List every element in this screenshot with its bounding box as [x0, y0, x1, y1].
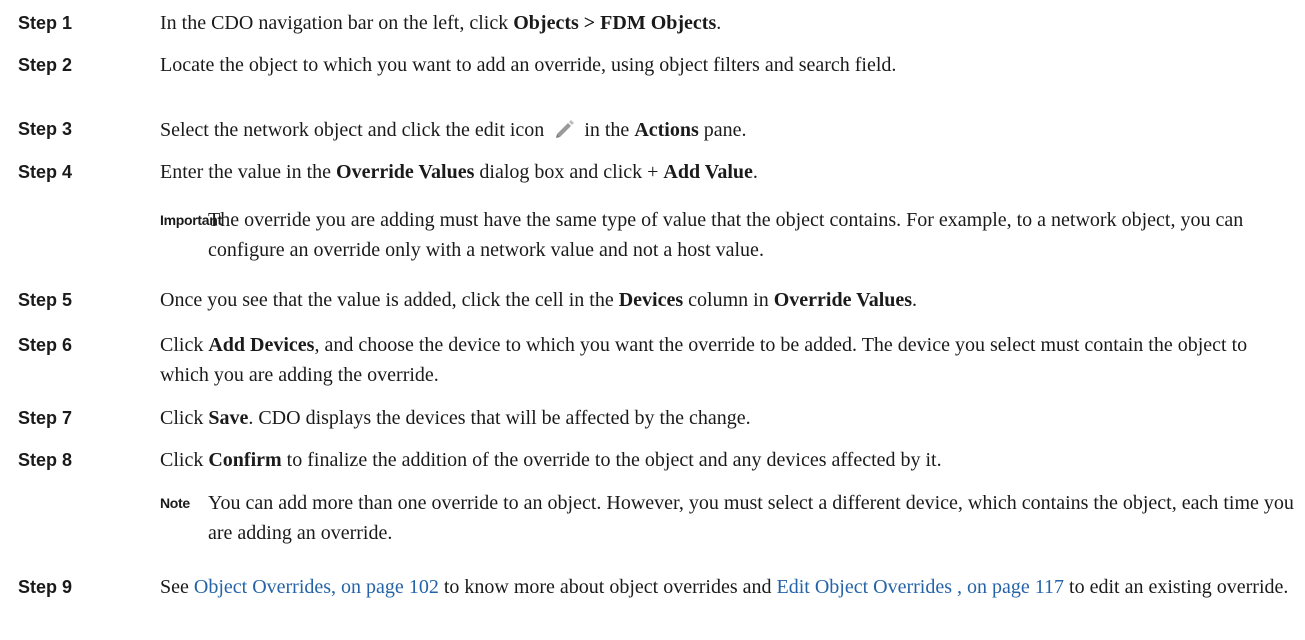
- ui-term: Objects > FDM Objects: [513, 12, 717, 34]
- step-text-run: Click: [160, 334, 209, 356]
- step-text: In the CDO navigation bar on the left, c…: [160, 8, 1297, 38]
- step-text-run: In the CDO navigation bar on the left, c…: [160, 12, 514, 34]
- step-label: Step 8: [18, 450, 73, 470]
- step-text: Locate the object to which you want to a…: [160, 50, 1297, 80]
- step-text-run: , and choose the device to which you wan…: [160, 334, 1248, 386]
- step-text-run: pane.: [698, 119, 747, 141]
- note-label: Note: [160, 495, 190, 511]
- step-text-run: Enter the value in the: [160, 161, 337, 183]
- ui-term: Add Value: [663, 161, 753, 183]
- step-text: Once you see that the value is added, cl…: [160, 285, 1297, 315]
- step-label: Step 3: [18, 119, 73, 139]
- step-text: Select the network object and click the …: [160, 114, 1297, 145]
- ui-term: Actions: [634, 119, 699, 141]
- cross-reference-link[interactable]: Object Overrides, on page 102: [194, 576, 439, 598]
- step-text-run: .: [716, 12, 722, 34]
- step-text-run: dialog box and click +: [474, 161, 664, 183]
- ui-term: Add Devices: [208, 334, 315, 356]
- step-label: Step 1: [18, 13, 73, 33]
- step-text: Click Add Devices, and choose the device…: [160, 330, 1297, 390]
- step-text-run: column in: [683, 289, 774, 311]
- ui-term: Confirm: [208, 449, 282, 471]
- step-text-run: Click: [160, 449, 209, 471]
- ui-term: Devices: [618, 289, 684, 311]
- step-text: Enter the value in the Override Values d…: [160, 157, 1297, 187]
- step-text-run: Select the network object and click the …: [160, 119, 545, 141]
- cross-reference-link[interactable]: Edit Object Overrides , on page 117: [777, 576, 1065, 598]
- step-text: Click Confirm to finalize the addition o…: [160, 445, 1297, 475]
- step-text-run: in the: [584, 119, 635, 141]
- pencil-icon: [550, 114, 578, 142]
- step-text: See Object Overrides, on page 102 to kno…: [160, 572, 1297, 602]
- step-text-run: to finalize the addition of the override…: [281, 449, 942, 471]
- step-text-run: Once you see that the value is added, cl…: [160, 289, 619, 311]
- ui-term: Override Values: [773, 289, 913, 311]
- step-label: Step 9: [18, 577, 73, 597]
- step-label: Step 6: [18, 335, 73, 355]
- step-text-run: See: [160, 576, 194, 598]
- ui-term: Override Values: [336, 161, 475, 183]
- step-text-run: .: [752, 161, 758, 183]
- note-text: You can add more than one override to an…: [208, 492, 1294, 544]
- step-label: Step 5: [18, 290, 73, 310]
- step-text-run: .: [912, 289, 918, 311]
- step-text-run: Click: [160, 407, 209, 429]
- step-label: Step 4: [18, 162, 73, 182]
- step-text-run: Locate the object to which you want to a…: [160, 54, 897, 76]
- step-text: Click Save. CDO displays the devices tha…: [160, 403, 1297, 433]
- step-text-run: to edit an existing override.: [1064, 576, 1289, 598]
- step-text-run: . CDO displays the devices that will be …: [248, 407, 751, 429]
- important-text: The override you are adding must have th…: [208, 209, 1244, 261]
- step-label: Step 2: [18, 55, 73, 75]
- ui-term: Save: [208, 407, 249, 429]
- step-label: Step 7: [18, 408, 73, 428]
- step-text-run: to know more about object overrides and: [438, 576, 777, 598]
